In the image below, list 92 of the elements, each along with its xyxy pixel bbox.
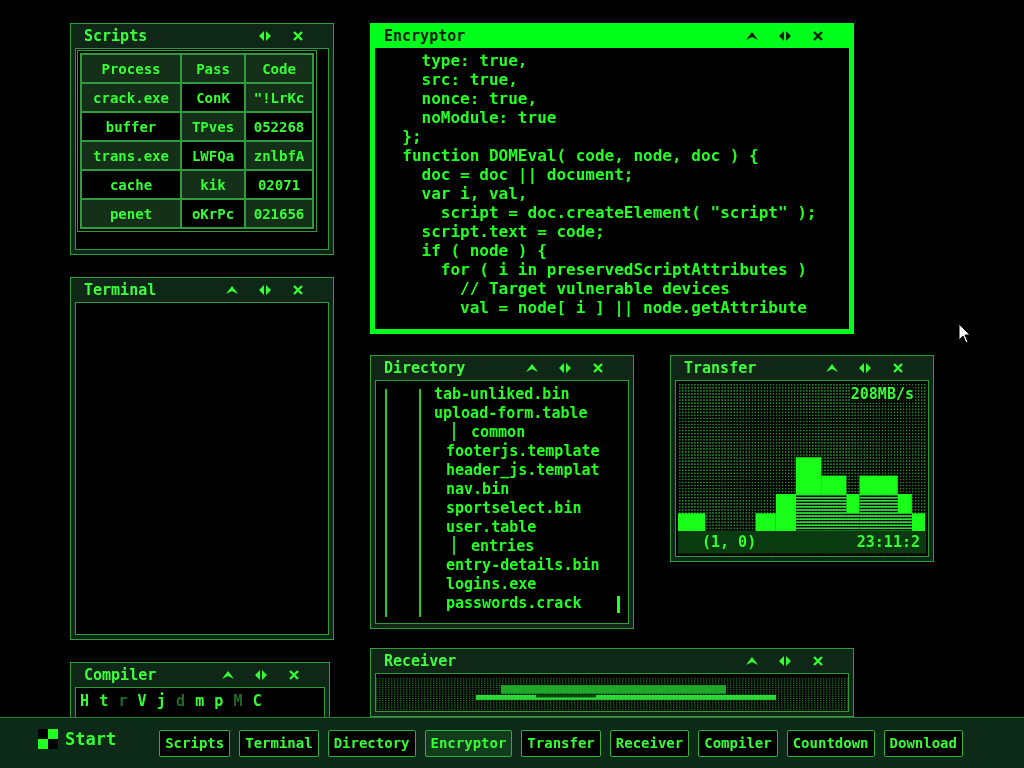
resize-icon[interactable] (258, 30, 272, 42)
tree-item[interactable]: entries (471, 536, 535, 555)
resize-icon[interactable] (778, 655, 792, 667)
graph-bar (678, 513, 706, 534)
tree-item[interactable]: footerjs.template (446, 441, 600, 460)
chevron-up-icon[interactable] (745, 30, 759, 42)
close-icon[interactable] (811, 30, 825, 42)
code-glyph: r (118, 692, 129, 710)
code-line: if ( node ) { (420, 241, 547, 260)
chevron-up-icon[interactable] (225, 284, 239, 296)
window-title: Transfer (684, 359, 758, 377)
tree-item[interactable]: logins.exe (446, 574, 537, 593)
chevron-up-icon[interactable] (525, 362, 539, 374)
table-cell: kik (181, 170, 245, 199)
window-title: Terminal (84, 281, 158, 299)
taskbar-button[interactable]: Scripts (159, 729, 231, 757)
table-cell: ConK (181, 83, 245, 112)
column-header: Process (81, 54, 181, 83)
resize-icon[interactable] (858, 362, 872, 374)
column-header: Code (245, 54, 313, 83)
code-glyph: j (156, 692, 167, 710)
table-cell: 021656 (245, 199, 313, 228)
table-cell: 052268 (245, 112, 313, 141)
tree-item[interactable]: header_js.templat (446, 460, 600, 479)
code-line: type: true, (420, 51, 528, 70)
table-cell: oKrPc (181, 199, 245, 228)
start-button[interactable]: Start (38, 729, 117, 749)
resize-icon[interactable] (258, 284, 272, 296)
code-line: noModule: true (420, 108, 557, 127)
code-line: src: true, (420, 70, 518, 89)
table-cell: 02071 (245, 170, 313, 199)
tree-item[interactable]: entry-details.bin (446, 555, 600, 574)
table-cell: TPves (181, 112, 245, 141)
code-glyph: H (80, 692, 91, 710)
tree-item[interactable]: user.table (446, 517, 537, 536)
code-glyph: V (137, 692, 148, 710)
tree-item[interactable]: upload-form.table (434, 403, 588, 422)
checker-icon (38, 729, 58, 749)
code-line: val = node[ i ] || node.getAttribute (459, 298, 807, 317)
tree-item[interactable]: passwords.crack (446, 593, 582, 612)
cursor-icon (958, 323, 972, 344)
code-line: }; (401, 127, 422, 146)
resize-icon[interactable] (254, 669, 268, 681)
code-line: for ( i in preservedScriptAttributes ) (439, 260, 807, 279)
column-header: Pass (181, 54, 245, 83)
window-title: Scripts (84, 27, 149, 45)
taskbar-button[interactable]: Receiver (609, 729, 690, 757)
time-text: 23:11:2 (856, 533, 920, 551)
taskbar-button[interactable]: Transfer (521, 729, 601, 757)
code-line: var i, val, (420, 184, 528, 203)
table-cell: crack.exe (81, 83, 181, 112)
code-line: script = doc.createElement( "script" ); (439, 203, 817, 222)
taskbar-button[interactable]: Countdown (786, 729, 875, 757)
code-line: // Target vulnerable devices (459, 279, 730, 298)
code-line: nonce: true, (420, 89, 538, 108)
window-title: Receiver (384, 652, 458, 670)
tree-item[interactable]: tab-unliked.bin (434, 384, 570, 403)
transfer-speed: 208MB/s (850, 385, 914, 403)
table-cell: trans.exe (81, 141, 181, 170)
table-cell: znlbfA (245, 141, 313, 170)
window-title: Directory (384, 359, 467, 377)
code-glyph: m (195, 692, 206, 710)
table-cell: "!LrKc (245, 83, 313, 112)
code-glyph: C (252, 692, 263, 710)
code-line: function DOMEval( code, node, doc ) { (401, 146, 759, 165)
chevron-up-icon[interactable] (221, 669, 235, 681)
code-line: doc = doc || document; (420, 165, 634, 184)
resize-icon[interactable] (778, 30, 792, 42)
table-cell: cache (81, 170, 181, 199)
code-glyph: d (175, 692, 186, 710)
text-cursor (617, 596, 620, 613)
code-glyph: p (214, 692, 225, 710)
resize-icon[interactable] (558, 362, 572, 374)
table-cell: LWFQa (181, 141, 245, 170)
tree-item[interactable]: sportselect.bin (446, 498, 582, 517)
window-title: Compiler (84, 666, 158, 684)
taskbar-button[interactable]: Download (883, 729, 963, 757)
coordinates-text: (1, 0) (702, 533, 757, 551)
code-glyph: M (233, 692, 244, 710)
tree-item[interactable]: common (471, 422, 526, 441)
taskbar-button[interactable]: Compiler (698, 729, 778, 757)
taskbar-button[interactable]: Encryptor (424, 729, 513, 757)
chevron-up-icon[interactable] (745, 655, 759, 667)
window-title: Encryptor (384, 27, 467, 45)
code-line: script.text = code; (420, 222, 605, 241)
code-glyph: t (99, 692, 110, 710)
taskbar-button[interactable]: Terminal (239, 729, 319, 757)
tree-item[interactable]: nav.bin (446, 479, 510, 498)
table-cell: buffer (81, 112, 181, 141)
table-cell: penet (81, 199, 181, 228)
chevron-up-icon[interactable] (825, 362, 839, 374)
taskbar-button[interactable]: Directory (327, 729, 416, 757)
